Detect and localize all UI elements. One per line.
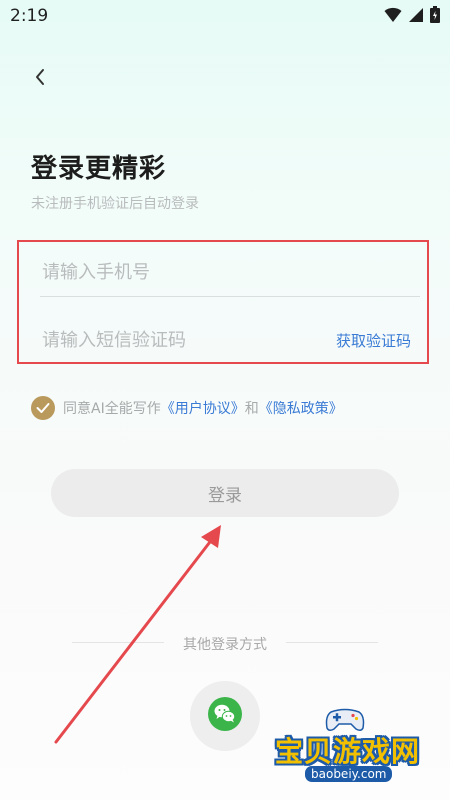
privacy-policy-link[interactable]: 《隐私政策》: [259, 398, 343, 418]
agreement-prefix: 同意AI全能写作: [63, 401, 161, 417]
signal-icon: [408, 7, 424, 27]
status-icons: [384, 6, 440, 27]
watermark-logo: 宝贝游戏网 baobeiy.com: [265, 700, 445, 795]
login-button[interactable]: 登录: [51, 469, 399, 517]
watermark-url: baobeiy.com: [305, 766, 393, 782]
highlight-box: [17, 240, 429, 364]
wechat-login-button[interactable]: [190, 681, 260, 751]
other-login-text: 其他登录方式: [183, 637, 267, 653]
status-bar: 2:19: [0, 0, 450, 34]
battery-icon: [430, 6, 440, 27]
other-login-label: 其他登录方式: [0, 634, 450, 654]
status-time: 2:19: [10, 6, 49, 26]
agreement-and: 和: [244, 401, 259, 417]
back-button[interactable]: [26, 64, 54, 94]
agreement-row: 同意AI全能写作 《用户协议》 和 《隐私政策》: [31, 396, 343, 420]
chevron-left-icon: [34, 68, 46, 90]
user-agreement-link[interactable]: 《用户协议》: [161, 398, 245, 418]
wifi-icon: [384, 7, 402, 27]
watermark-title: 宝贝游戏网: [275, 735, 421, 768]
check-icon: [36, 403, 50, 413]
wechat-icon: [208, 697, 242, 735]
page-title: 登录更精彩: [31, 154, 167, 184]
page-subtitle: 未注册手机验证后自动登录: [31, 196, 199, 212]
agreement-checkbox[interactable]: [31, 396, 55, 420]
